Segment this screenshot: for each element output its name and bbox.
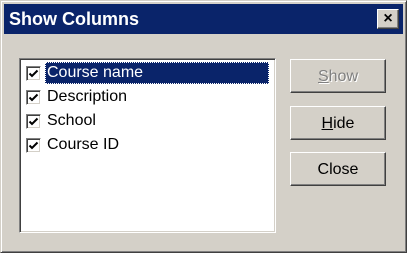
list-item[interactable]: Course name (24, 62, 269, 84)
hide-label-rest: ide (333, 115, 355, 132)
checkbox[interactable] (26, 66, 41, 81)
checkmark-icon (28, 93, 39, 102)
dialog-title: Show Columns (9, 9, 139, 29)
list-item-label: Course name (45, 62, 269, 84)
list-item[interactable]: School (24, 110, 269, 132)
show-accelerator: S (317, 68, 329, 85)
checkmark-icon (28, 117, 39, 126)
hide-accelerator: H (321, 115, 334, 132)
show-columns-dialog: Show Columns × Course name Description S… (0, 0, 407, 253)
checkmark-icon (28, 69, 39, 78)
show-label-rest: how (328, 68, 359, 85)
checkbox[interactable] (26, 90, 41, 105)
close-button[interactable]: Close (290, 152, 386, 186)
list-item-label: School (47, 112, 96, 129)
list-item-label: Course ID (47, 136, 120, 153)
checkmark-icon (28, 141, 39, 150)
list-item[interactable]: Course ID (24, 134, 269, 156)
checkbox[interactable] (26, 138, 41, 153)
columns-listbox[interactable]: Course name Description School Course ID (19, 58, 276, 233)
show-button[interactable]: Show (290, 59, 386, 93)
title-bar[interactable]: Show Columns × (4, 4, 403, 34)
close-icon[interactable]: × (377, 9, 399, 29)
list-item-label: Description (47, 88, 128, 105)
checkbox[interactable] (26, 114, 41, 129)
list-item[interactable]: Description (24, 86, 269, 108)
hide-button[interactable]: Hide (290, 106, 386, 140)
